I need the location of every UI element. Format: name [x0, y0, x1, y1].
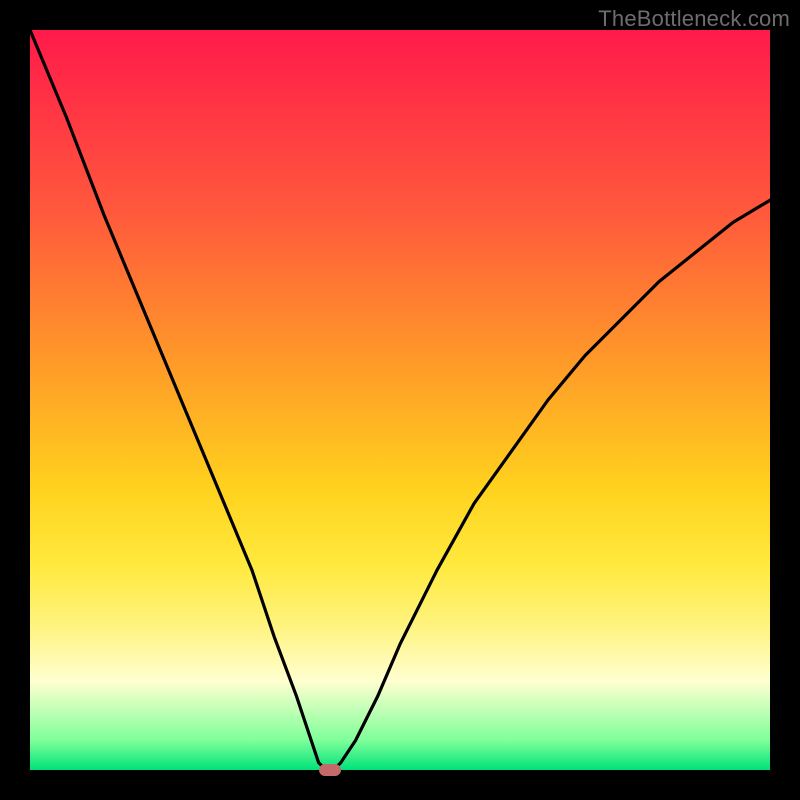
plot-area	[30, 30, 770, 770]
chart-frame: TheBottleneck.com	[0, 0, 800, 800]
watermark-text: TheBottleneck.com	[598, 6, 790, 32]
min-marker	[319, 764, 341, 776]
bottleneck-curve	[30, 30, 770, 770]
curve-layer	[30, 30, 770, 770]
